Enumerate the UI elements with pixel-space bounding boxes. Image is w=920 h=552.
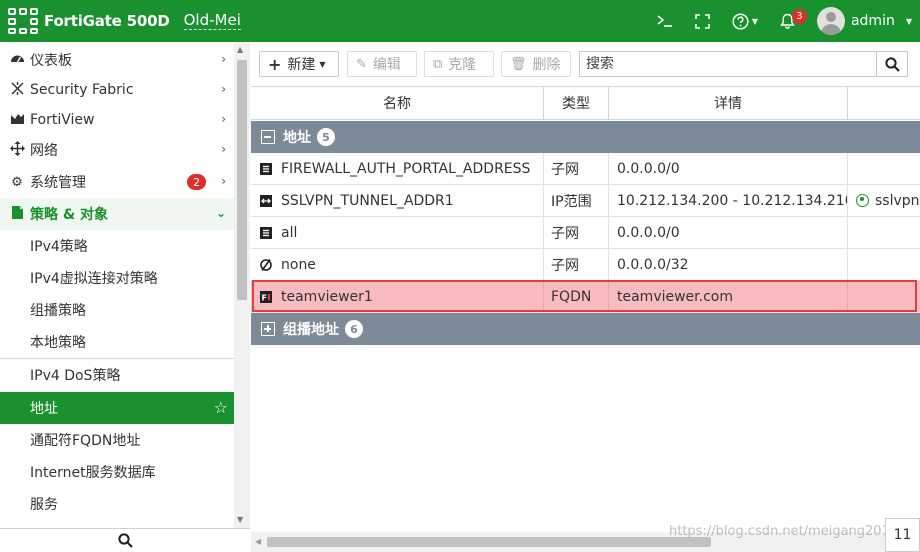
clone-button[interactable]: ⧉ 克隆: [424, 51, 494, 77]
table-row[interactable]: none 子网 0.0.0.0/32: [251, 249, 920, 281]
notifications-bell-icon[interactable]: 3: [780, 9, 807, 29]
group-count-badge: 6: [345, 320, 363, 338]
sidebar-item-services[interactable]: 服务: [0, 488, 234, 520]
associated-interface: sslvpn: [875, 192, 920, 209]
fortiview-icon: [8, 112, 26, 129]
sidebar-item-fortiview[interactable]: FortiView ›: [0, 104, 234, 136]
scrollbar-thumb[interactable]: [267, 537, 711, 547]
notification-count-badge: 3: [791, 9, 807, 24]
collapse-icon[interactable]: [261, 130, 275, 144]
table-row[interactable]: all 子网 0.0.0.0/0: [251, 217, 920, 249]
security-fabric-icon: [8, 81, 26, 100]
chevron-right-icon: ›: [221, 142, 226, 156]
chevron-down-icon: ▼: [905, 16, 912, 26]
ssl-vpn-icon: [856, 194, 869, 207]
sidebar-item-system[interactable]: ⚙ 系统管理 2 ›: [0, 166, 234, 198]
sidebar-search-button[interactable]: [0, 528, 250, 552]
edit-button[interactable]: ✎ 编辑: [347, 51, 417, 77]
column-header-extra[interactable]: [848, 86, 920, 120]
sidebar-item-multicast-policy[interactable]: 组播策略: [0, 294, 234, 326]
address-subnet-icon: [259, 162, 273, 176]
search-icon: [117, 533, 133, 548]
delete-button[interactable]: 🗑 删除: [501, 51, 571, 77]
trash-icon: 🗑: [510, 56, 527, 72]
sidebar-item-local-policy[interactable]: 本地策略: [0, 326, 234, 358]
chevron-down-icon: ⌄: [215, 206, 226, 220]
admin-user-menu[interactable]: admin: [851, 13, 895, 29]
address-range-icon: [259, 194, 273, 208]
sidebar-item-ipv4-dos-policy[interactable]: IPv4 DoS策略: [0, 359, 234, 391]
expand-icon[interactable]: [261, 322, 275, 336]
address-none-icon: [259, 258, 273, 272]
hostname[interactable]: Old-Mei: [183, 12, 241, 30]
dashboard-icon: [8, 52, 26, 69]
table-row[interactable]: FIREWALL_AUTH_PORTAL_ADDRESS 子网 0.0.0.0/…: [251, 153, 920, 185]
column-header-details[interactable]: 详情: [609, 86, 848, 120]
watermark: https://blog.csdn.net/meigang2012: [669, 524, 899, 539]
device-model: FortiGate 500D: [44, 12, 170, 30]
chevron-right-icon: ›: [221, 112, 226, 126]
sidebar-item-security-fabric[interactable]: Security Fabric ›: [0, 74, 234, 106]
status-badge: 2: [187, 174, 206, 190]
sidebar-item-ipv4-virtual-wire-policy[interactable]: IPv4虚拟连接对策略: [0, 262, 234, 294]
sidebar-scrollbar[interactable]: ▲ ▼: [234, 42, 250, 528]
chevron-right-icon: ›: [221, 174, 226, 188]
table-row[interactable]: SSLVPN_TUNNEL_ADDR1 IP范围 10.212.134.200 …: [251, 185, 920, 217]
avatar[interactable]: [816, 7, 845, 35]
favorite-star-icon[interactable]: ☆: [214, 398, 228, 417]
fullscreen-icon[interactable]: [695, 13, 710, 29]
network-icon: [8, 140, 26, 160]
sidebar-item-network[interactable]: 网络 ›: [0, 134, 234, 166]
selection-highlight: [252, 280, 917, 312]
chevron-right-icon: ›: [221, 82, 226, 96]
search-button[interactable]: [876, 51, 908, 77]
scroll-down-icon[interactable]: ▼: [237, 515, 243, 524]
scroll-left-icon[interactable]: ◀: [255, 537, 261, 546]
pencil-icon: ✎: [356, 56, 367, 72]
total-count: 11: [885, 518, 920, 552]
address-subnet-icon: [259, 226, 273, 240]
sidebar-item-addresses[interactable]: 地址 ☆: [0, 392, 234, 424]
sidebar: 仪表板 › Security Fabric › FortiView › 网络 ›…: [0, 42, 250, 552]
sidebar-item-wildcard-fqdn[interactable]: 通配符FQDN地址: [0, 424, 234, 456]
sidebar-item-ipv4-policy[interactable]: IPv4策略: [0, 230, 234, 262]
column-header-type[interactable]: 类型: [544, 86, 609, 120]
toolbar: + 新建 ▼ ✎ 编辑 ⧉ 克隆 🗑 删除: [251, 42, 920, 86]
scroll-up-icon[interactable]: ▲: [237, 45, 243, 54]
gear-icon: ⚙: [11, 174, 23, 190]
sidebar-item-internet-service-db[interactable]: Internet服务数据库: [0, 456, 234, 488]
fortinet-logo-icon: [8, 8, 38, 34]
group-row-multicast-addresses[interactable]: 组播地址 6: [251, 313, 920, 345]
group-count-badge: 5: [317, 128, 335, 146]
main-content: + 新建 ▼ ✎ 编辑 ⧉ 克隆 🗑 删除 名称 类型 详情 地址 5: [251, 42, 920, 552]
chevron-down-icon: ▼: [751, 16, 758, 26]
sidebar-item-policy-objects[interactable]: 策略 & 对象 ⌄: [0, 198, 234, 230]
search-icon: [884, 56, 900, 72]
scrollbar-thumb[interactable]: [237, 60, 247, 300]
clone-icon: ⧉: [433, 56, 443, 72]
cli-console-icon[interactable]: [657, 14, 673, 28]
create-new-button[interactable]: + 新建 ▼: [259, 51, 339, 77]
chevron-right-icon: ›: [221, 52, 226, 66]
policy-objects-icon: [8, 205, 26, 224]
column-header-name[interactable]: 名称: [251, 86, 544, 120]
top-bar: FortiGate 500D Old-Mei ▼ 3 admin ▼: [0, 0, 920, 42]
chevron-down-icon: ▼: [319, 59, 326, 69]
plus-icon: +: [268, 54, 282, 74]
search-input[interactable]: [579, 51, 877, 77]
sidebar-item-dashboard[interactable]: 仪表板 ›: [0, 44, 234, 76]
help-icon[interactable]: ▼: [732, 12, 758, 30]
group-row-addresses[interactable]: 地址 5: [251, 121, 920, 153]
